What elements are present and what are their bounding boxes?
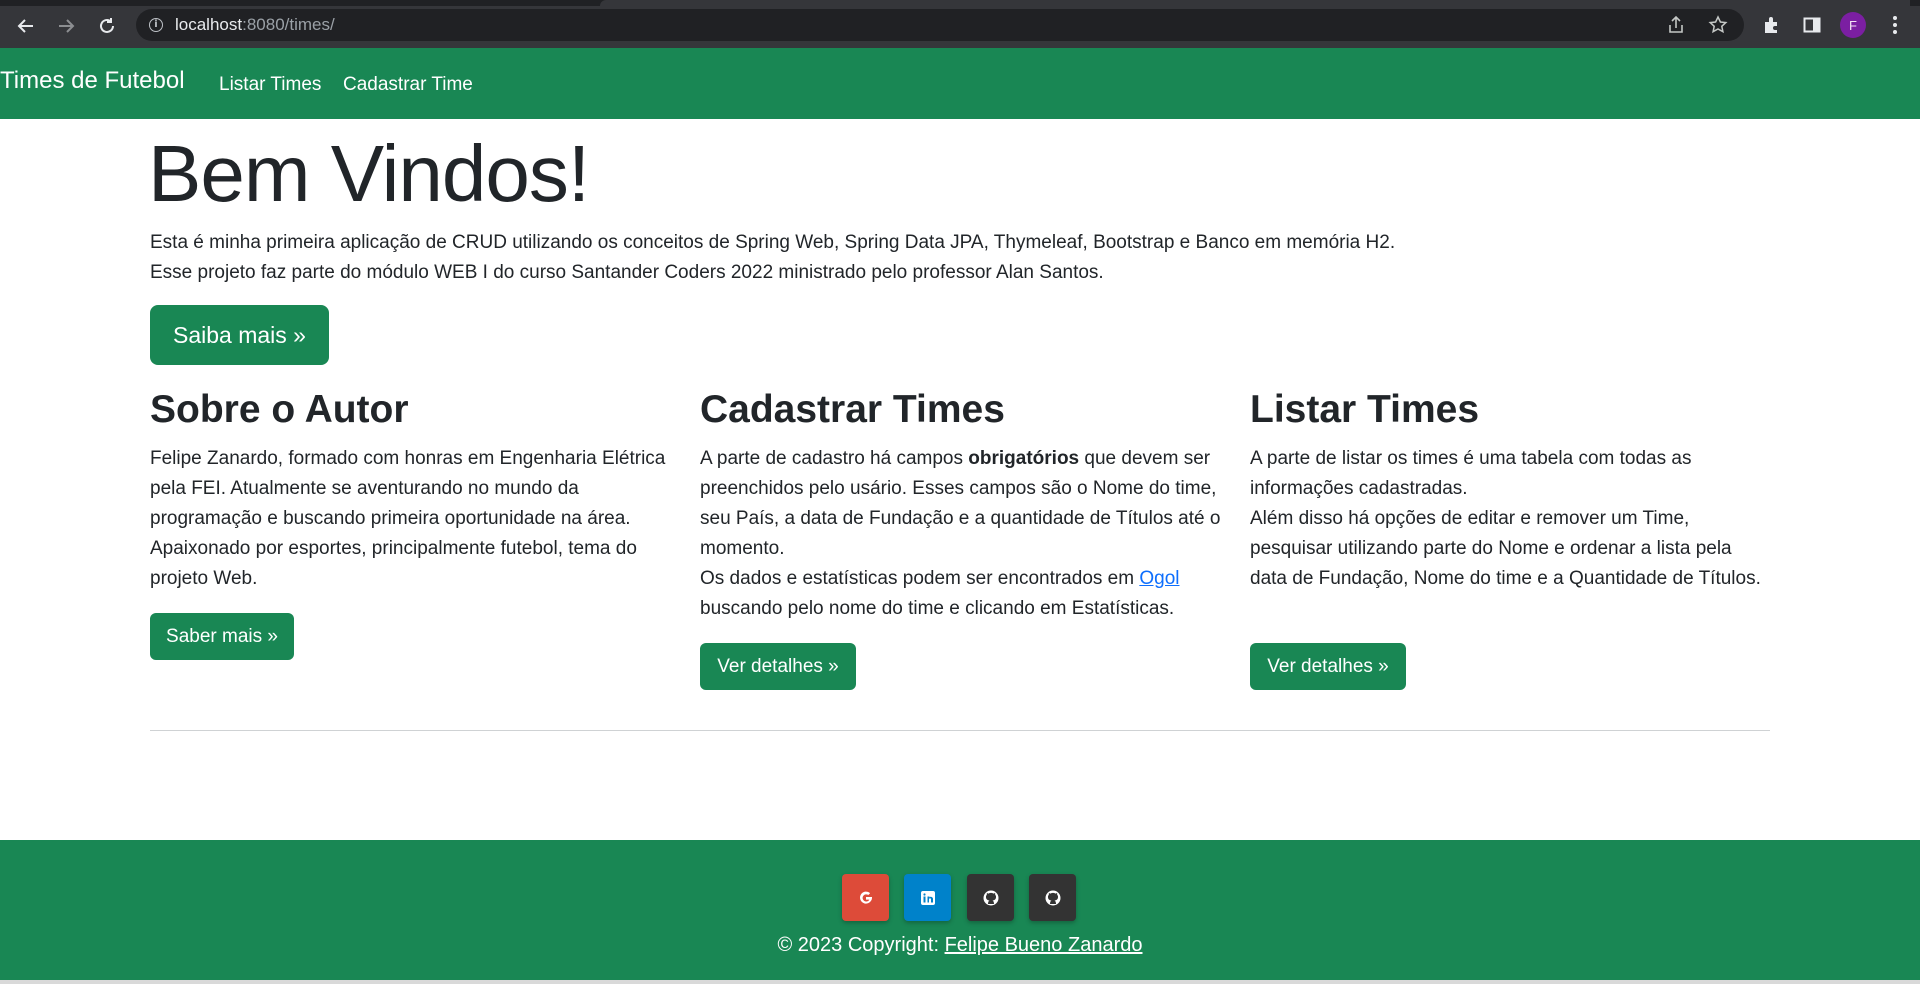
tab-strip bbox=[0, 0, 1920, 6]
bookmark-star-icon[interactable] bbox=[1708, 9, 1728, 41]
column-sobre-autor: Sobre o Autor Felipe Zanardo, formado co… bbox=[150, 386, 670, 594]
column-title: Sobre o Autor bbox=[150, 388, 409, 431]
text-segment: Além disso há opções de editar e remover… bbox=[1250, 508, 1761, 589]
text-segment: Os dados e estatísticas podem ser encont… bbox=[700, 568, 1140, 589]
text-segment: A parte de cadastro há campos bbox=[700, 448, 969, 469]
footer: © 2023 Copyright: Felipe Bueno Zanardo bbox=[0, 840, 1920, 980]
saber-mais-button[interactable]: Saber mais » bbox=[150, 613, 294, 660]
column-listar-times: Listar Times A parte de listar os times … bbox=[1250, 386, 1770, 594]
url-path: :8080/times/ bbox=[242, 15, 335, 34]
menu-kebab-icon[interactable] bbox=[1883, 13, 1907, 37]
extensions-icon[interactable] bbox=[1760, 13, 1784, 37]
saiba-mais-button[interactable]: Saiba mais » bbox=[150, 305, 329, 365]
hero-description: Esta é minha primeira aplicação de CRUD … bbox=[150, 228, 1395, 288]
text-segment: A parte de listar os times é uma tabela … bbox=[1250, 448, 1692, 499]
ver-detalhes-cadastrar-button[interactable]: Ver detalhes » bbox=[700, 643, 856, 690]
column-text: A parte de listar os times é uma tabela … bbox=[1250, 444, 1770, 594]
column-title: Cadastrar Times bbox=[700, 388, 1005, 431]
active-tab-edge bbox=[600, 0, 1910, 6]
navbar-brand[interactable]: Times de Futebol bbox=[0, 67, 185, 95]
author-link[interactable]: Felipe Bueno Zanardo bbox=[945, 934, 1143, 956]
section-divider bbox=[150, 730, 1770, 731]
ver-detalhes-listar-button[interactable]: Ver detalhes » bbox=[1250, 643, 1406, 690]
side-panel-icon[interactable] bbox=[1800, 13, 1824, 37]
ogol-link[interactable]: Ogol bbox=[1139, 568, 1179, 589]
copyright-prefix: © 2023 Copyright: bbox=[777, 934, 945, 956]
copyright: © 2023 Copyright: Felipe Bueno Zanardo bbox=[0, 934, 1920, 957]
url-host: localhost bbox=[175, 15, 243, 34]
text-segment: buscando pelo nome do time e clicando em… bbox=[700, 598, 1175, 619]
column-text: Felipe Zanardo, formado com honras em En… bbox=[150, 448, 666, 589]
site-info-icon[interactable]: i bbox=[149, 18, 163, 32]
url-text[interactable]: localhost:8080/times/ bbox=[175, 15, 335, 35]
reload-icon[interactable] bbox=[94, 13, 120, 39]
browser-toolbar: i localhost:8080/times/ F bbox=[0, 0, 1920, 48]
back-arrow-icon[interactable] bbox=[13, 13, 39, 39]
column-title: Listar Times bbox=[1250, 388, 1480, 431]
google-icon[interactable] bbox=[842, 874, 889, 921]
share-icon[interactable] bbox=[1666, 9, 1686, 41]
profile-avatar[interactable]: F bbox=[1840, 12, 1866, 38]
linkedin-icon[interactable] bbox=[904, 874, 951, 921]
hero-line-2: Esse projeto faz parte do módulo WEB I d… bbox=[150, 262, 1104, 283]
nav-link-listar-times[interactable]: Listar Times bbox=[219, 74, 321, 96]
github-icon[interactable] bbox=[967, 874, 1014, 921]
hero-line-1: Esta é minha primeira aplicação de CRUD … bbox=[150, 232, 1396, 253]
hero-title: Bem Vindos! bbox=[148, 129, 590, 218]
nav-link-cadastrar-time[interactable]: Cadastrar Time bbox=[343, 74, 473, 96]
bold-text: obrigatórios bbox=[968, 448, 1080, 469]
navbar: Times de Futebol Listar Times Cadastrar … bbox=[0, 48, 1920, 119]
github-icon[interactable] bbox=[1029, 874, 1076, 921]
forward-arrow-icon[interactable] bbox=[53, 13, 79, 39]
column-cadastrar-times: Cadastrar Times A parte de cadastro há c… bbox=[700, 386, 1222, 624]
address-bar[interactable]: i localhost:8080/times/ bbox=[136, 9, 1744, 41]
column-text: A parte de cadastro há campos obrigatóri… bbox=[700, 444, 1222, 624]
page-bottom-edge bbox=[0, 980, 1920, 984]
